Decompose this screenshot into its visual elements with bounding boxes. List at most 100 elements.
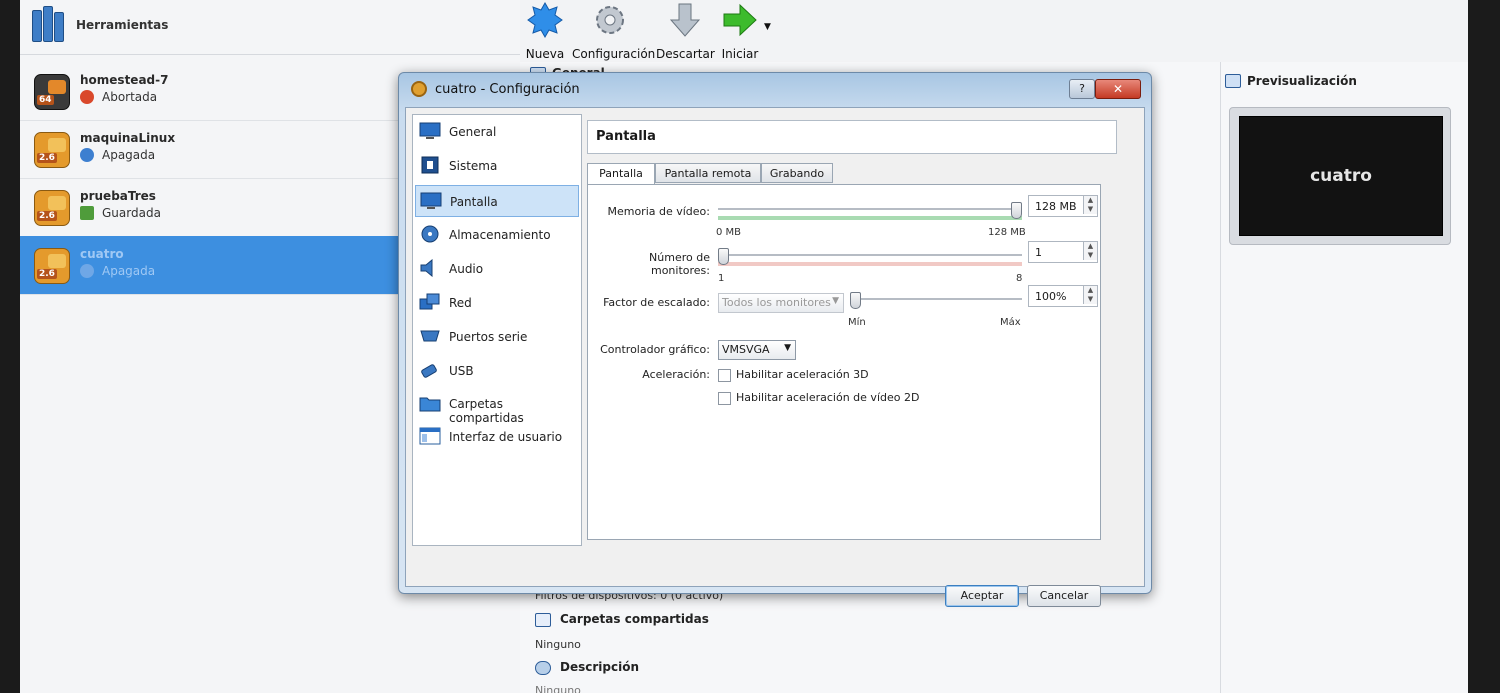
- category-usb[interactable]: USB: [415, 355, 579, 387]
- monitors-label: Número de monitores:: [649, 251, 710, 277]
- vm-state: Abortada: [102, 90, 158, 104]
- arrow-down-icon: [669, 3, 701, 37]
- enable-3d-label: Habilitar aceleración 3D: [736, 368, 869, 381]
- monitors-slider-thumb[interactable]: [718, 248, 729, 265]
- dialog-body: General Sistema Pantalla Almacenamiento …: [405, 107, 1145, 607]
- category-sistema[interactable]: Sistema: [415, 150, 579, 182]
- usb-icon: [421, 364, 437, 378]
- tab-grabando[interactable]: Grabando: [761, 163, 833, 183]
- category-list: General Sistema Pantalla Almacenamiento …: [412, 114, 582, 546]
- acceleration-label: Aceleración:: [642, 368, 710, 381]
- category-interfaz-usuario[interactable]: Interfaz de usuario: [415, 421, 579, 453]
- window-icon: [419, 427, 441, 445]
- description-value: Ninguno: [535, 684, 581, 693]
- arrow-right-icon: [723, 3, 757, 37]
- graphics-controller-combo[interactable]: VMSVGA ▼: [718, 340, 796, 360]
- category-pantalla[interactable]: Pantalla: [415, 185, 579, 217]
- scale-min: Mín: [848, 317, 866, 328]
- display-icon: [420, 192, 442, 209]
- saved-state-icon: [80, 206, 94, 220]
- tab-pantalla-remota[interactable]: Pantalla remota: [655, 163, 761, 183]
- virtualbox-manager: Herramientas 64 homestead-7 Abortada 2.6…: [20, 0, 1468, 693]
- panel-header: Pantalla: [587, 120, 1117, 154]
- powered-off-state-icon: [80, 148, 94, 162]
- video-memory-slider[interactable]: [718, 202, 1022, 220]
- panel-title: Pantalla: [596, 129, 656, 144]
- speaker-icon: [420, 259, 433, 277]
- gear-icon: [411, 81, 427, 97]
- general-monitor-icon: [419, 122, 441, 139]
- vm-name: maquinaLinux: [80, 131, 176, 145]
- enable-3d-checkbox[interactable]: [718, 369, 731, 382]
- tools-item[interactable]: Herramientas: [20, 0, 520, 55]
- gear-icon: [596, 6, 624, 34]
- tools-icon: [32, 6, 68, 42]
- monitors-max: 8: [1016, 273, 1023, 284]
- network-icon: [419, 293, 440, 310]
- video-memory-min: 0 MB: [716, 227, 742, 238]
- vm-os-icon: 2.6: [34, 132, 70, 168]
- vm-name: cuatro: [80, 247, 124, 261]
- scale-monitor-combo[interactable]: Todos los monitores ▼: [718, 293, 844, 313]
- scale-label: Factor de escalado:: [603, 296, 710, 309]
- new-button[interactable]: Nueva: [522, 1, 568, 61]
- aborted-state-icon: [80, 90, 94, 104]
- scale-slider-thumb[interactable]: [850, 292, 861, 309]
- powered-off-state-icon: [80, 264, 94, 278]
- start-button[interactable]: Iniciar: [718, 2, 762, 61]
- vm-name: homestead-7: [80, 73, 169, 87]
- settings-dialog: cuatro - Configuración ? ✕ General Siste…: [398, 72, 1152, 607]
- category-general[interactable]: General: [415, 116, 579, 148]
- shared-folders-value: Ninguno: [535, 638, 581, 651]
- vm-os-icon: 64: [34, 74, 70, 110]
- preview-screen: cuatro: [1239, 116, 1443, 236]
- scale-spinbox[interactable]: 100% ▲ ▼: [1028, 285, 1098, 307]
- tools-label: Herramientas: [76, 18, 169, 32]
- shared-folders-section-title: Carpetas compartidas: [560, 612, 709, 626]
- dialog-title: cuatro - Configuración: [435, 82, 580, 97]
- monitor-icon: [1225, 74, 1241, 88]
- main-toolbar: Nueva Configuración Descartar Iniciar ▼: [520, 0, 1468, 63]
- video-memory-spinbox[interactable]: 128 MB ▲ ▼: [1028, 195, 1098, 217]
- controller-label: Controlador gráfico:: [600, 343, 710, 356]
- tab-pantalla[interactable]: Pantalla: [587, 163, 655, 185]
- settings-button[interactable]: Configuración: [572, 2, 655, 61]
- category-almacenamiento[interactable]: Almacenamiento: [415, 219, 579, 251]
- vm-state: Apagada: [102, 264, 156, 278]
- vm-state: Guardada: [102, 206, 161, 220]
- cancel-button[interactable]: Cancelar: [1027, 585, 1101, 607]
- preview-pane: Previsualización cuatro: [1220, 62, 1468, 693]
- scale-max: Máx: [1000, 317, 1021, 328]
- help-button[interactable]: ?: [1069, 79, 1095, 99]
- serial-port-icon: [420, 330, 440, 342]
- accept-button[interactable]: Aceptar: [945, 585, 1019, 607]
- scale-slider[interactable]: [850, 292, 1022, 309]
- vm-name: pruebaTres: [80, 189, 156, 203]
- preview-frame: cuatro: [1229, 107, 1451, 245]
- discard-button[interactable]: Descartar: [656, 2, 715, 61]
- vm-os-icon: 2.6: [34, 248, 70, 284]
- video-memory-max: 128 MB: [988, 227, 1026, 238]
- category-carpetas-compartidas[interactable]: Carpetas compartidas: [415, 388, 579, 425]
- new-vm-icon: [527, 1, 563, 39]
- category-red[interactable]: Red: [415, 287, 579, 319]
- monitors-slider[interactable]: [718, 248, 1022, 266]
- category-audio[interactable]: Audio: [415, 253, 579, 285]
- monitors-min: 1: [718, 273, 725, 284]
- vm-state: Apagada: [102, 148, 156, 162]
- chip-icon: [421, 156, 439, 174]
- category-puertos-serie[interactable]: Puertos serie: [415, 321, 579, 353]
- folder-icon: [419, 397, 441, 412]
- chevron-down-icon: ▼: [832, 296, 839, 306]
- enable-2d-label: Habilitar aceleración de vídeo 2D: [736, 391, 920, 404]
- monitors-spinbox[interactable]: 1 ▲ ▼: [1028, 241, 1098, 263]
- start-dropdown-chevron-icon[interactable]: ▼: [764, 22, 771, 32]
- description-section-title: Descripción: [560, 660, 639, 674]
- close-button[interactable]: ✕: [1095, 79, 1141, 99]
- vm-os-icon: 2.6: [34, 190, 70, 226]
- display-tab-panel: Memoria de vídeo: 128 MB ▲ ▼ 0 MB 128 MB N…: [587, 184, 1101, 540]
- chevron-down-icon: ▼: [784, 343, 791, 353]
- folder-icon: [535, 613, 551, 627]
- enable-2d-checkbox[interactable]: [718, 392, 731, 405]
- video-memory-slider-thumb[interactable]: [1011, 202, 1022, 219]
